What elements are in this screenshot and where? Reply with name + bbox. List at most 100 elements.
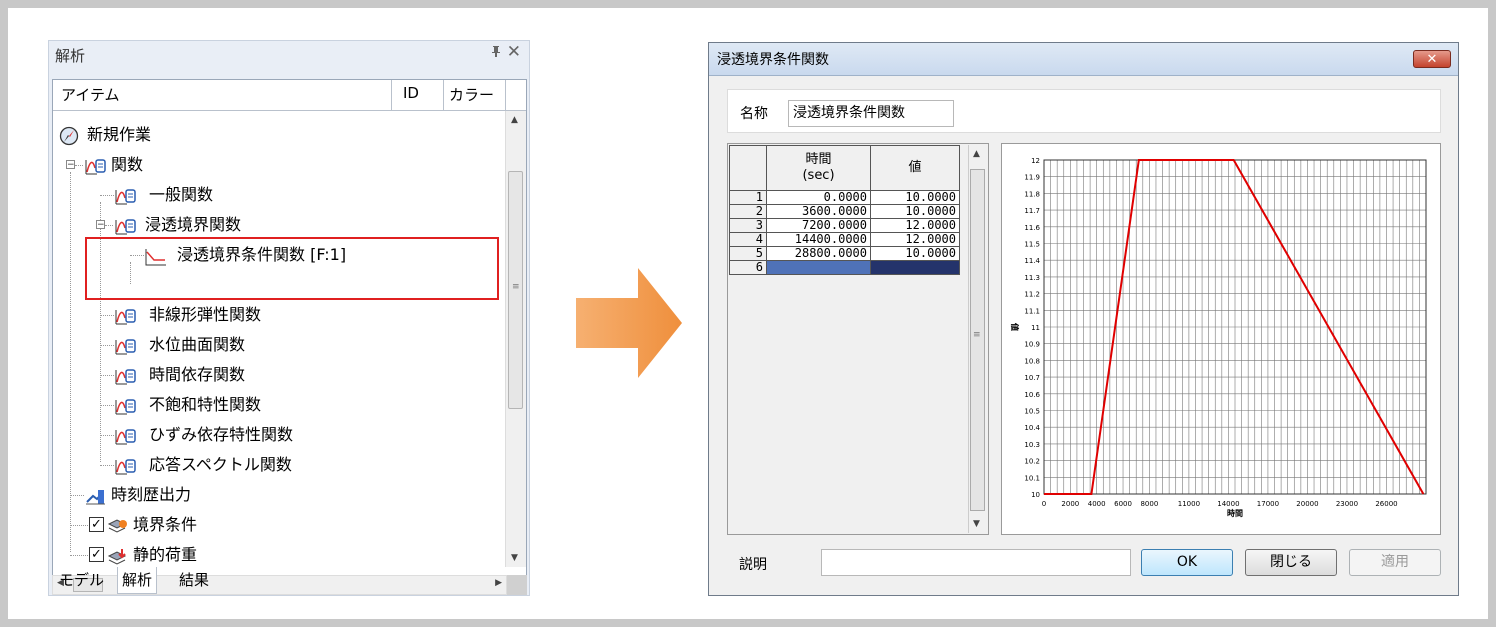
y-tick-label: 10.3 xyxy=(1024,441,1040,449)
name-group: 名称 浸透境界条件関数 xyxy=(727,89,1441,133)
y-tick-label: 12 xyxy=(1031,157,1040,165)
y-tick-label: 10.6 xyxy=(1024,391,1040,399)
y-tick-label: 11 xyxy=(1031,324,1040,332)
compass-icon xyxy=(59,126,79,146)
selection-highlight-box xyxy=(85,237,499,300)
x-tick-label: 4000 xyxy=(1088,500,1106,508)
analysis-tree[interactable]: アイテム ID カラー 新規作業 − 関数 一般関数 − 浸透境界関数 浸透境界… xyxy=(52,79,527,576)
function-folder-icon xyxy=(115,396,136,415)
x-tick-label: 23000 xyxy=(1336,500,1358,508)
panel-title: 解析 xyxy=(55,47,86,65)
function-folder-icon xyxy=(115,366,136,385)
chart-svg: 10 10.1 10.2 10.3 10.4 10.5 10.6 10.7 10.8 10.9 11… xyxy=(1010,157,1427,518)
tab-model[interactable]: モデル xyxy=(55,567,108,593)
table-row[interactable]: 2 3600.0000 10.0000 xyxy=(729,204,960,219)
x-tick-label: 11000 xyxy=(1178,500,1200,508)
scroll-down-icon[interactable]: ▼ xyxy=(973,519,980,529)
y-tick-label: 11.4 xyxy=(1024,257,1040,265)
tab-results[interactable]: 結果 xyxy=(175,567,213,593)
x-tick-label: 6000 xyxy=(1114,500,1132,508)
scroll-up-icon[interactable]: ▲ xyxy=(511,115,518,125)
scroll-up-icon[interactable]: ▲ xyxy=(973,149,980,159)
close-icon[interactable]: ✕ xyxy=(507,42,521,62)
apply-button[interactable]: 適用 xyxy=(1349,549,1441,576)
function-folder-icon xyxy=(115,336,136,355)
name-field[interactable]: 浸透境界条件関数 xyxy=(788,100,954,127)
scroll-down-icon[interactable]: ▼ xyxy=(511,553,518,563)
collapse-toggle[interactable]: − xyxy=(96,220,105,230)
x-tick-label: 17000 xyxy=(1257,500,1279,508)
x-tick-label: 26000 xyxy=(1375,500,1397,508)
scroll-thumb[interactable]: ≡ xyxy=(508,171,523,409)
y-tick-label: 11.2 xyxy=(1024,291,1040,299)
column-header-item[interactable]: アイテム xyxy=(61,84,120,105)
time-cell[interactable]: 7200.0000 xyxy=(766,218,871,233)
column-header-color[interactable]: カラー xyxy=(449,84,494,105)
data-table[interactable]: 時間 (sec) 値 1 0.0000 10.0000 2 3600.0000 … xyxy=(727,143,989,535)
table-row-new[interactable]: 6 xyxy=(729,260,960,275)
column-header-time[interactable]: 時間 (sec) xyxy=(766,145,871,191)
y-tick-label: 10.2 xyxy=(1024,458,1040,466)
collapse-toggle[interactable]: − xyxy=(66,160,75,170)
y-tick-label: 11.3 xyxy=(1024,274,1040,282)
function-folder-icon xyxy=(115,306,136,325)
visibility-checkbox[interactable]: ✓ xyxy=(89,547,104,562)
dialog-titlebar[interactable]: 浸透境界条件関数 ✕ xyxy=(709,43,1458,76)
function-folder-icon xyxy=(85,156,106,175)
x-tick-label: 8000 xyxy=(1140,500,1158,508)
static-load-icon xyxy=(107,546,127,565)
function-dialog: 浸透境界条件関数 ✕ 名称 浸透境界条件関数 時間 (sec) 値 1 0.00… xyxy=(708,42,1459,596)
description-field[interactable] xyxy=(821,549,1131,576)
y-tick-label: 11.5 xyxy=(1024,241,1040,249)
table-corner-header xyxy=(729,145,767,191)
table-row[interactable]: 5 28800.0000 10.0000 xyxy=(729,246,960,261)
close-button[interactable]: ✕ xyxy=(1413,50,1451,68)
y-tick-label: 10.4 xyxy=(1024,424,1040,432)
scroll-thumb[interactable]: ≡ xyxy=(970,169,985,511)
table-row[interactable]: 3 7200.0000 12.0000 xyxy=(729,218,960,233)
x-tick-label: 20000 xyxy=(1296,500,1318,508)
time-cell[interactable]: 14400.0000 xyxy=(766,232,871,247)
y-tick-label: 11.6 xyxy=(1024,224,1040,232)
function-folder-icon xyxy=(115,216,136,235)
scroll-right-icon[interactable]: ▶ xyxy=(495,578,502,588)
y-tick-label: 11.7 xyxy=(1024,207,1040,215)
tree-vertical-scrollbar[interactable]: ▲ ≡ ▼ xyxy=(505,111,526,567)
y-tick-label: 11.8 xyxy=(1024,190,1040,198)
value-cell[interactable]: 10.0000 xyxy=(870,246,960,261)
description-label: 説明 xyxy=(739,557,767,573)
x-tick-label: 14000 xyxy=(1217,500,1239,508)
visibility-checkbox[interactable]: ✓ xyxy=(89,517,104,532)
tab-analysis[interactable]: 解析 xyxy=(117,567,158,594)
time-cell[interactable] xyxy=(766,260,871,275)
right-arrow-icon xyxy=(576,268,682,382)
time-cell[interactable]: 28800.0000 xyxy=(766,246,871,261)
x-tick-label: 2000 xyxy=(1061,500,1079,508)
value-cell[interactable] xyxy=(870,260,960,275)
y-tick-label: 10.5 xyxy=(1024,408,1040,416)
value-cell[interactable]: 10.0000 xyxy=(870,204,960,219)
column-header-id[interactable]: ID xyxy=(403,84,419,102)
function-folder-icon xyxy=(115,426,136,445)
table-row[interactable]: 4 14400.0000 12.0000 xyxy=(729,232,960,247)
table-row[interactable]: 1 0.0000 10.0000 xyxy=(729,190,960,205)
y-tick-label: 10.9 xyxy=(1024,341,1040,349)
x-tick-label: 0 xyxy=(1042,500,1046,508)
time-cell[interactable]: 3600.0000 xyxy=(766,204,871,219)
value-cell[interactable]: 10.0000 xyxy=(870,190,960,205)
y-tick-label: 10 xyxy=(1031,491,1040,499)
pin-icon[interactable] xyxy=(491,45,501,61)
x-axis-label: 時間 xyxy=(1227,508,1243,518)
time-cell[interactable]: 0.0000 xyxy=(766,190,871,205)
value-cell[interactable]: 12.0000 xyxy=(870,218,960,233)
close-dialog-button[interactable]: 閉じる xyxy=(1245,549,1337,576)
value-cell[interactable]: 12.0000 xyxy=(870,232,960,247)
column-header-value[interactable]: 値 xyxy=(870,145,960,191)
y-tick-label: 11.1 xyxy=(1024,307,1040,315)
table-vertical-scrollbar[interactable]: ▲ ≡ ▼ xyxy=(968,145,987,533)
dialog-title: 浸透境界条件関数 xyxy=(717,52,829,68)
ok-button[interactable]: OK xyxy=(1141,549,1233,576)
history-output-icon xyxy=(85,486,105,505)
y-tick-label: 10.8 xyxy=(1024,357,1040,365)
y-axis-label: 値 xyxy=(1010,322,1020,331)
